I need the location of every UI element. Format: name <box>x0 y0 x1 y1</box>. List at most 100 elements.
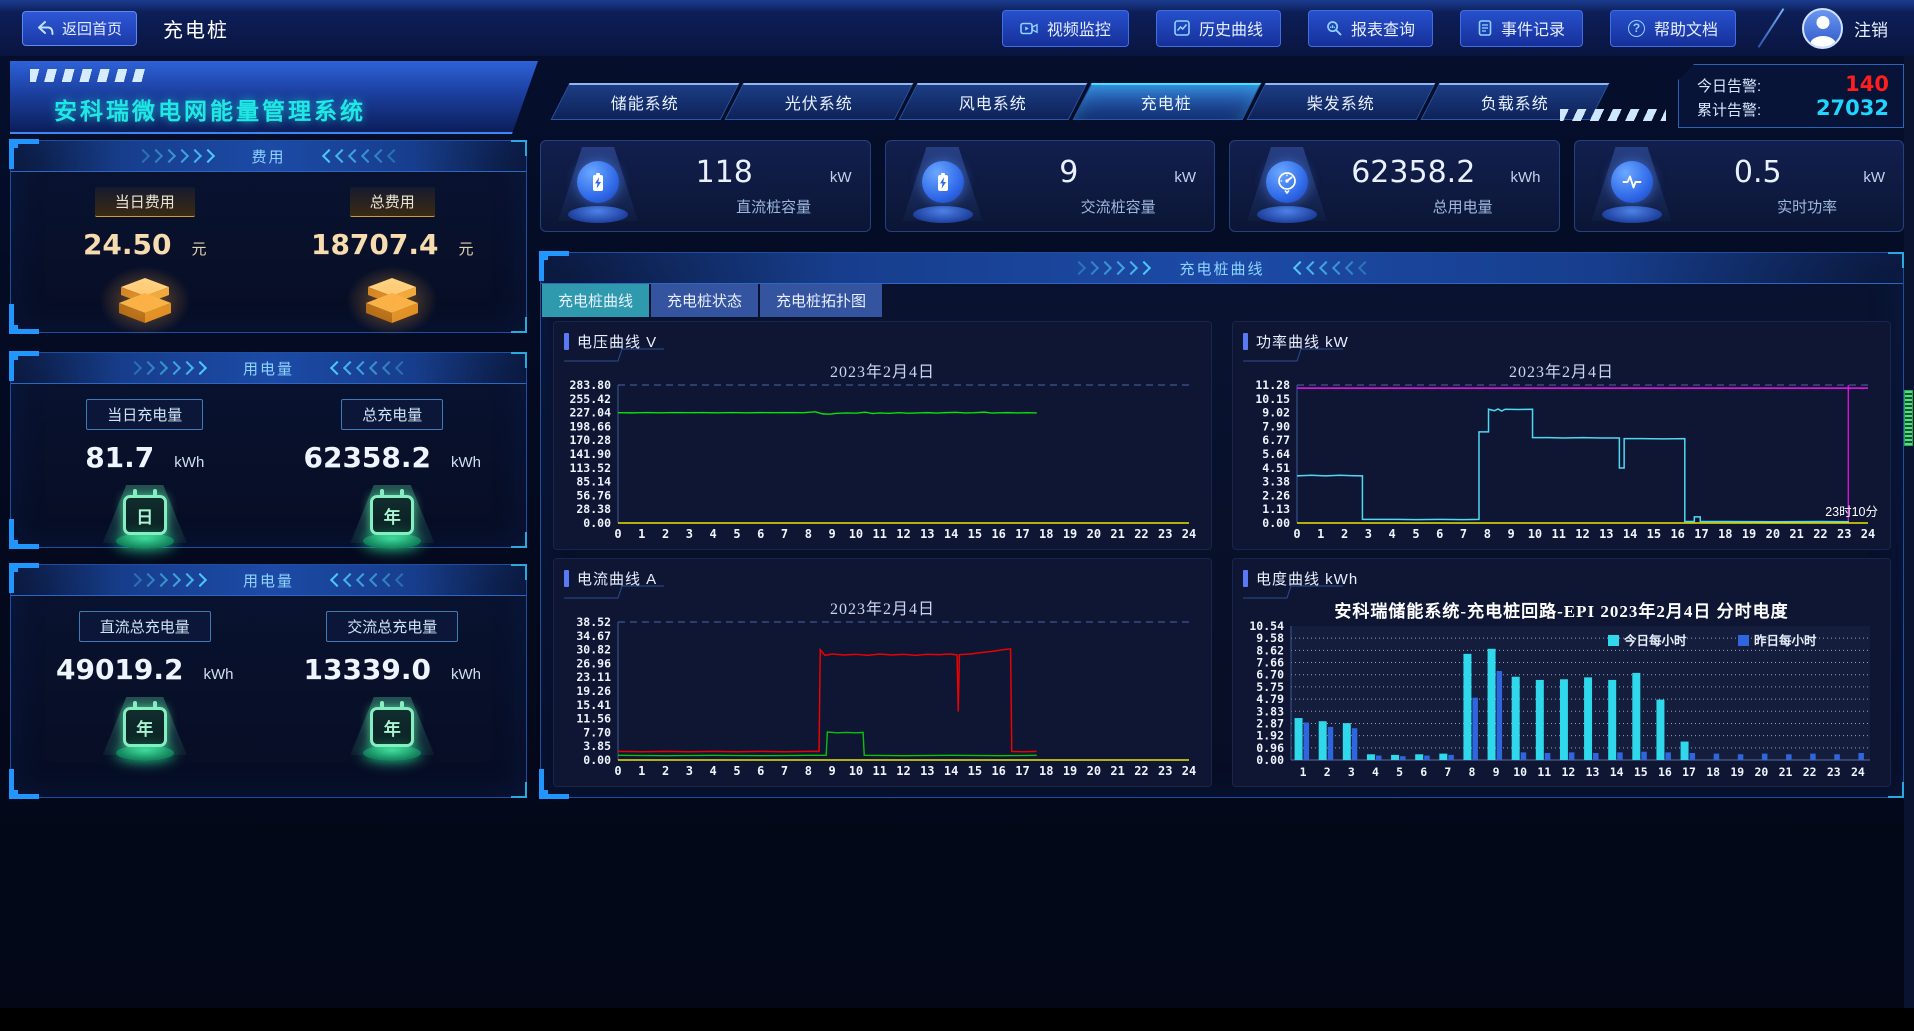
svg-text:12: 12 <box>1562 765 1576 779</box>
svg-text:19: 19 <box>1063 527 1077 541</box>
power-chart-plot[interactable]: 11.2810.159.027.906.775.644.513.382.261.… <box>1243 378 1880 543</box>
user-avatar[interactable] <box>1802 8 1843 49</box>
energy-chart-box: 电度曲线 kWh 安科瑞储能系统-充电桩回路-EPI 2023年2月4日 分时电… <box>1232 558 1891 787</box>
svg-text:3.38: 3.38 <box>1262 475 1290 489</box>
svg-text:16: 16 <box>1670 527 1684 541</box>
svg-text:0.00: 0.00 <box>1262 516 1290 530</box>
system-title: 安科瑞微电网能量管理系统 <box>54 92 366 126</box>
total-fee-label: 总费用 <box>350 187 435 217</box>
event-log-button[interactable]: 事件记录 <box>1460 10 1583 47</box>
svg-text:28.38: 28.38 <box>576 502 611 516</box>
calendar-year-icon: 年 <box>348 697 436 761</box>
svg-text:1: 1 <box>1317 527 1324 541</box>
total-alarm-label: 累计告警: <box>1697 99 1761 120</box>
svg-text:141.90: 141.90 <box>569 447 611 461</box>
energy-bar-chart-heading: 安科瑞储能系统-充电桩回路-EPI 2023年2月4日 分时电度 <box>1243 597 1880 619</box>
svg-text:23时10分: 23时10分 <box>1825 505 1878 519</box>
logout-button[interactable]: 注销 <box>1854 16 1888 41</box>
tab-diesel-system[interactable]: 柴发系统 <box>1247 83 1436 120</box>
history-curve-icon <box>1174 20 1190 36</box>
svg-text:17: 17 <box>1015 527 1029 541</box>
realtime-power-card: 0.5kW 实时功率 <box>1574 140 1905 232</box>
fee-panel: 费用 当日费用 24.50元 总费用 18707.4元 <box>10 140 527 333</box>
svg-text:1: 1 <box>1300 765 1307 779</box>
svg-text:5: 5 <box>733 527 740 541</box>
voltage-chart-date: 2023年2月4日 <box>564 358 1201 378</box>
svg-text:3: 3 <box>686 527 693 541</box>
user-area[interactable]: 注销 <box>1802 8 1888 49</box>
page-title: 充电桩 <box>163 14 229 43</box>
gold-stack-icon <box>105 272 185 330</box>
svg-text:16: 16 <box>1658 765 1672 779</box>
history-curve-button[interactable]: 历史曲线 <box>1156 10 1281 47</box>
svg-text:21: 21 <box>1110 764 1124 778</box>
svg-text:11: 11 <box>1551 527 1565 541</box>
daily-charge-label: 当日充电量 <box>86 399 203 430</box>
voltage-chart-plot[interactable]: 283.80255.42227.04198.66170.28141.90113.… <box>564 378 1201 543</box>
back-home-button[interactable]: 返回首页 <box>22 11 137 46</box>
charge-energy-panel: 用电量 当日充电量 81.7kWh 日 总充电量 62358.2kWh 年 <box>10 352 527 548</box>
tab-storage-system[interactable]: 储能系统 <box>551 83 740 120</box>
event-log-icon <box>1478 20 1492 36</box>
svg-text:7: 7 <box>1460 527 1467 541</box>
svg-text:5: 5 <box>1412 527 1419 541</box>
svg-text:26.96: 26.96 <box>576 656 611 670</box>
svg-text:283.80: 283.80 <box>569 378 611 392</box>
svg-text:11: 11 <box>1537 765 1551 779</box>
help-doc-button[interactable]: ? 帮助文档 <box>1610 10 1736 47</box>
current-chart-plot[interactable]: 38.5234.6730.8226.9623.1119.2615.4111.56… <box>564 615 1201 780</box>
svg-text:2: 2 <box>1341 527 1348 541</box>
report-search-button[interactable]: 报表查询 <box>1308 10 1433 47</box>
title-accent-bar <box>564 333 569 350</box>
svg-text:23.11: 23.11 <box>576 670 611 684</box>
current-chart-date: 2023年2月4日 <box>564 595 1201 615</box>
svg-text:6: 6 <box>757 527 764 541</box>
chevrons-left-icon <box>332 363 407 373</box>
video-monitor-button[interactable]: 视频监控 <box>1002 10 1129 47</box>
svg-text:8: 8 <box>805 764 812 778</box>
total-energy-card: 62358.2kWh 总用电量 <box>1229 140 1560 232</box>
svg-text:6: 6 <box>1420 765 1427 779</box>
tab-wind-system[interactable]: 风电系统 <box>899 83 1088 120</box>
chevrons-left-icon <box>1295 263 1370 273</box>
svg-text:18: 18 <box>1039 764 1053 778</box>
tab-pv-system[interactable]: 光伏系统 <box>725 83 914 120</box>
total-energy-label: 总用电量 <box>1330 196 1541 217</box>
charging-curves-title: 充电桩曲线 <box>1179 258 1264 279</box>
svg-text:17: 17 <box>1015 764 1029 778</box>
total-charge-label: 总充电量 <box>341 399 443 430</box>
subtab-topology[interactable]: 充电桩拓扑图 <box>760 284 882 317</box>
daily-fee-metric: 当日费用 24.50元 <box>21 187 269 330</box>
battery-bolt-icon <box>922 161 964 203</box>
svg-text:8: 8 <box>1468 765 1475 779</box>
daily-charge-unit: kWh <box>174 454 204 471</box>
svg-text:14: 14 <box>944 527 958 541</box>
realtime-power-unit: kW <box>1841 169 1885 186</box>
total-energy-unit: kWh <box>1497 169 1541 186</box>
svg-text:56.76: 56.76 <box>576 488 611 502</box>
energy-chart-plot[interactable]: 10.549.588.627.666.705.754.793.832.871.9… <box>1243 619 1880 780</box>
svg-text:198.66: 198.66 <box>569 419 611 433</box>
svg-text:9: 9 <box>1508 527 1515 541</box>
svg-text:5.64: 5.64 <box>1262 447 1290 461</box>
svg-text:4: 4 <box>1372 765 1379 779</box>
chevrons-right-icon <box>130 363 205 373</box>
subtab-status[interactable]: 充电桩状态 <box>651 284 758 317</box>
tab-charging-pile[interactable]: 充电桩 <box>1073 83 1262 120</box>
svg-text:9.02: 9.02 <box>1262 406 1290 420</box>
total-alarm-row: 累计告警: 27032 <box>1697 96 1889 120</box>
svg-text:11: 11 <box>872 764 886 778</box>
svg-text:1: 1 <box>638 764 645 778</box>
topbar-divider <box>1758 8 1785 48</box>
subtab-curves[interactable]: 充电桩曲线 <box>542 284 649 317</box>
daily-fee-unit: 元 <box>192 238 207 259</box>
svg-text:10: 10 <box>849 527 863 541</box>
svg-text:7.70: 7.70 <box>583 725 611 739</box>
svg-text:255.42: 255.42 <box>569 392 611 406</box>
page-scrollbar-track[interactable] <box>1904 56 1914 1008</box>
svg-text:14: 14 <box>1610 765 1624 779</box>
svg-text:5: 5 <box>1396 765 1403 779</box>
svg-text:15: 15 <box>968 527 982 541</box>
page-scrollbar-thumb[interactable] <box>1904 390 1913 446</box>
svg-text:15.41: 15.41 <box>576 698 611 712</box>
